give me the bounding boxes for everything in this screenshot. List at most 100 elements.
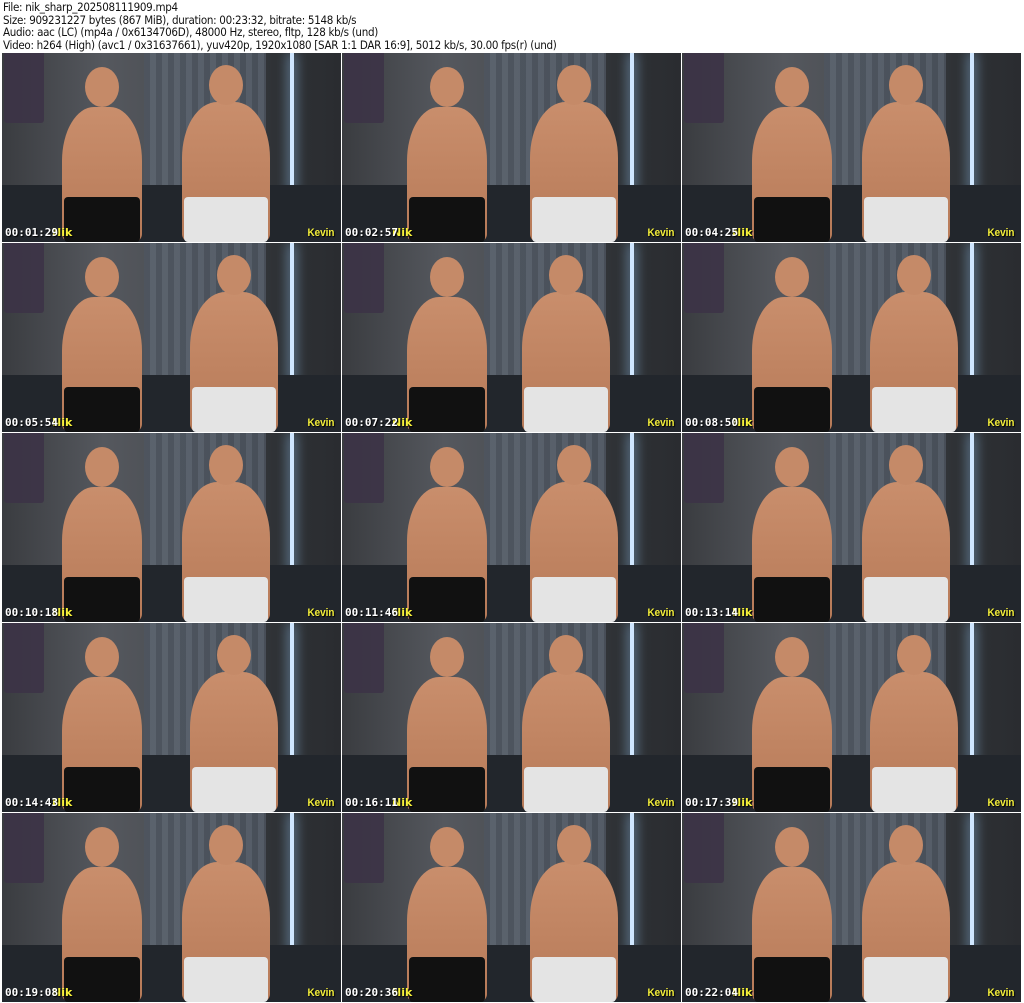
white-shorts bbox=[532, 956, 616, 1002]
person-right-head bbox=[889, 825, 923, 865]
black-shorts bbox=[409, 576, 485, 622]
timestamp: 00:11:46 bbox=[345, 606, 398, 619]
timestamp: 00:19:08 bbox=[5, 986, 58, 999]
light-strip bbox=[289, 433, 294, 575]
label-kevin: Kevin bbox=[647, 417, 675, 429]
timestamp: 00:10:18 bbox=[5, 606, 58, 619]
stream-overlay-widget bbox=[684, 623, 724, 693]
timestamp: 00:02:57 bbox=[345, 226, 398, 239]
white-shorts bbox=[524, 766, 608, 812]
stream-overlay-widget bbox=[4, 623, 44, 693]
stream-overlay-widget bbox=[684, 433, 724, 503]
person-right-head bbox=[897, 635, 931, 675]
video-thumbnail[interactable]: Nik 00:07:22 Kevin bbox=[342, 243, 681, 432]
person-right-head bbox=[897, 255, 931, 295]
white-shorts bbox=[864, 196, 948, 242]
stream-overlay-widget bbox=[684, 813, 724, 883]
person-left-head bbox=[775, 257, 809, 297]
white-shorts bbox=[184, 956, 268, 1002]
black-shorts bbox=[754, 196, 830, 242]
label-kevin: Kevin bbox=[647, 607, 675, 619]
label-kevin: Kevin bbox=[307, 607, 335, 619]
white-shorts bbox=[524, 386, 608, 432]
stream-overlay-widget bbox=[4, 813, 44, 883]
video-thumbnail[interactable]: Nik 00:02:57 Kevin bbox=[342, 53, 681, 242]
black-shorts bbox=[409, 196, 485, 242]
person-left-head bbox=[430, 637, 464, 677]
black-shorts bbox=[409, 386, 485, 432]
video-thumbnail[interactable]: Nik 00:11:46 Kevin bbox=[342, 433, 681, 622]
stream-overlay-widget bbox=[344, 53, 384, 123]
light-strip bbox=[629, 433, 634, 575]
person-left-head bbox=[85, 67, 119, 107]
timestamp: 00:01:29 bbox=[5, 226, 58, 239]
white-shorts bbox=[872, 386, 956, 432]
person-left-head bbox=[775, 827, 809, 867]
person-right-head bbox=[217, 255, 251, 295]
person-left-head bbox=[85, 257, 119, 297]
stream-overlay-widget bbox=[684, 53, 724, 123]
video-thumbnail[interactable]: Nik 00:10:18 Kevin bbox=[2, 433, 341, 622]
stream-overlay-widget bbox=[4, 433, 44, 503]
stream-overlay-widget bbox=[344, 623, 384, 693]
timestamp: 00:17:39 bbox=[685, 796, 738, 809]
label-kevin: Kevin bbox=[987, 797, 1015, 809]
black-shorts bbox=[64, 196, 140, 242]
timestamp: 00:05:54 bbox=[5, 416, 58, 429]
video-info: Video: h264 (High) (avc1 / 0x31637661), … bbox=[3, 37, 557, 52]
white-shorts bbox=[192, 386, 276, 432]
person-left-head bbox=[430, 257, 464, 297]
video-thumbnail[interactable]: Nik 00:05:54 Kevin bbox=[2, 243, 341, 432]
black-shorts bbox=[754, 956, 830, 1002]
person-right-head bbox=[209, 825, 243, 865]
person-right-head bbox=[549, 255, 583, 295]
video-thumbnail[interactable]: Nik 00:04:25 Kevin bbox=[682, 53, 1021, 242]
person-left-head bbox=[430, 67, 464, 107]
timestamp: 00:16:11 bbox=[345, 796, 398, 809]
light-strip bbox=[969, 53, 974, 195]
person-left-head bbox=[775, 447, 809, 487]
person-left-head bbox=[85, 447, 119, 487]
video-thumbnail[interactable]: Nik 00:08:50 Kevin bbox=[682, 243, 1021, 432]
stream-overlay-widget bbox=[344, 243, 384, 313]
audio-info: Audio: aac (LC) (mp4a / 0x6134706D), 480… bbox=[3, 25, 378, 40]
black-shorts bbox=[64, 766, 140, 812]
label-kevin: Kevin bbox=[987, 227, 1015, 239]
white-shorts bbox=[184, 576, 268, 622]
video-thumbnail[interactable]: Nik 00:22:04 Kevin bbox=[682, 813, 1021, 1002]
stream-overlay-widget bbox=[344, 433, 384, 503]
black-shorts bbox=[64, 956, 140, 1002]
stream-overlay-widget bbox=[4, 53, 44, 123]
white-shorts bbox=[864, 576, 948, 622]
stream-overlay-widget bbox=[344, 813, 384, 883]
black-shorts bbox=[409, 956, 485, 1002]
video-thumbnail[interactable]: Nik 00:01:29 Kevin bbox=[2, 53, 341, 242]
light-strip bbox=[969, 813, 974, 955]
video-thumbnail[interactable]: Nik 00:13:14 Kevin bbox=[682, 433, 1021, 622]
stream-overlay-widget bbox=[684, 243, 724, 313]
timestamp: 00:04:25 bbox=[685, 226, 738, 239]
video-thumbnail[interactable]: Nik 00:19:08 Kevin bbox=[2, 813, 341, 1002]
light-strip bbox=[289, 623, 294, 765]
timestamp: 00:08:50 bbox=[685, 416, 738, 429]
video-thumbnail[interactable]: Nik 00:14:43 Kevin bbox=[2, 623, 341, 812]
light-strip bbox=[629, 623, 634, 765]
video-thumbnail[interactable]: Nik 00:17:39 Kevin bbox=[682, 623, 1021, 812]
timestamp: 00:07:22 bbox=[345, 416, 398, 429]
light-strip bbox=[969, 623, 974, 765]
light-strip bbox=[629, 813, 634, 955]
stream-overlay-widget bbox=[4, 243, 44, 313]
file-info-header: File: nik_sharp_202508111909.mp4 Size: 9… bbox=[3, 1, 557, 51]
light-strip bbox=[629, 53, 634, 195]
label-kevin: Kevin bbox=[647, 227, 675, 239]
person-left-head bbox=[430, 447, 464, 487]
light-strip bbox=[289, 243, 294, 385]
timestamp: 00:13:14 bbox=[685, 606, 738, 619]
video-thumbnail[interactable]: Nik 00:16:11 Kevin bbox=[342, 623, 681, 812]
timestamp: 00:22:04 bbox=[685, 986, 738, 999]
person-left-head bbox=[85, 637, 119, 677]
label-kevin: Kevin bbox=[987, 607, 1015, 619]
person-left-head bbox=[430, 827, 464, 867]
black-shorts bbox=[754, 576, 830, 622]
video-thumbnail[interactable]: Nik 00:20:36 Kevin bbox=[342, 813, 681, 1002]
